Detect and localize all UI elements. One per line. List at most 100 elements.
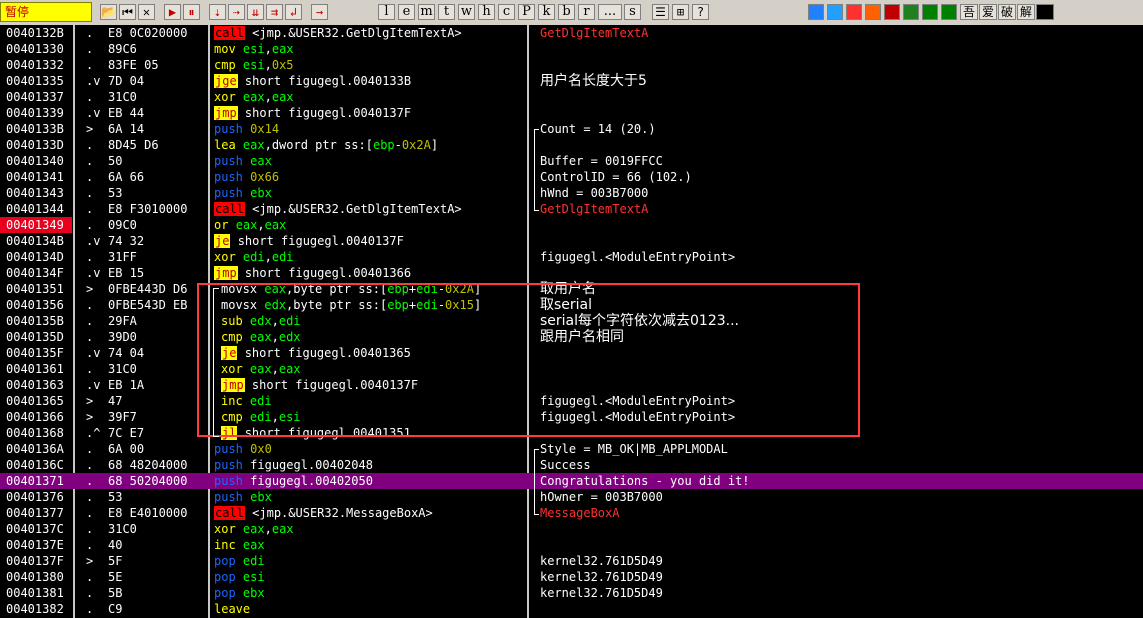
disassembly-pane[interactable]: 0040132B. E8 0C020000 call <jmp.&USER32.Ge… (0, 25, 1143, 618)
instruction: push 0x66 (214, 169, 279, 185)
plugin-button[interactable]: 爱 (979, 4, 997, 20)
jump-marker: . (86, 26, 94, 40)
address: 00401351 (6, 282, 64, 296)
disasm-row[interactable]: 0040134F .v EB 15 jmp short figugegl.004013… (0, 265, 1143, 281)
window-button-t[interactable]: t (438, 4, 455, 20)
hex-bytes: C9 (108, 602, 123, 616)
window-button-P[interactable]: P (518, 4, 535, 20)
disasm-row[interactable]: 0040136C. 68 48204000 push figugegl.004020… (0, 457, 1143, 473)
disasm-row[interactable]: 0040137E. 40 inc eax (0, 537, 1143, 553)
mnemonic: push (214, 170, 243, 184)
mnemonic: jmp (214, 266, 238, 280)
disasm-row[interactable]: 00401344. E8 F3010000 call <jmp.&USER32.Ge… (0, 201, 1143, 217)
jump-marker: .v (86, 266, 101, 280)
window-button-h[interactable]: h (478, 4, 495, 20)
window-button-e[interactable]: e (398, 4, 415, 20)
operands: eax (250, 154, 272, 168)
disasm-row[interactable]: 0040133B >6A 14 push 0x14 Count = 14 (20.) (0, 121, 1143, 137)
window-button-r[interactable]: r (578, 4, 595, 20)
font-icon[interactable] (846, 4, 862, 20)
trace-over-icon[interactable]: ⇉ (266, 4, 283, 20)
hex-bytes: 68 48204000 (108, 458, 188, 472)
disasm-row[interactable]: 00401377. E8 E4010000 call <jmp.&USER32.Me… (0, 505, 1143, 521)
mnemonic: jmp (214, 106, 238, 120)
disasm-row[interactable]: 00401380. 5E pop esi kernel32.761D5D49 (0, 569, 1143, 585)
window-button-c[interactable]: c (498, 4, 515, 20)
disasm-row[interactable]: 0040137F >5F pop edi kernel32.761D5D49 (0, 553, 1143, 569)
disasm-row[interactable]: 00401337. 31C0 xor eax,eax (0, 89, 1143, 105)
disasm-row[interactable]: 00401340. 50 push eax Buffer = 0019FFCC (0, 153, 1143, 169)
window-button-more[interactable]: ... (598, 4, 622, 20)
restart-icon[interactable]: ⏮ (119, 4, 136, 20)
instruction: xor eax,eax (214, 89, 294, 105)
window-button-s[interactable]: s (624, 4, 641, 20)
color-swatch[interactable] (1036, 4, 1054, 20)
disasm-row[interactable]: 0040136A. 6A 00 push 0x0 Style = MB_OK|MB_A… (0, 441, 1143, 457)
disasm-row[interactable]: 00401371. 68 50204000 push figugegl.004020… (0, 473, 1143, 489)
hex-bytes: 5B (108, 586, 123, 600)
plugin-button[interactable]: 解 (1017, 4, 1035, 20)
jump-marker: . (86, 202, 94, 216)
operands: <jmp.&USER32.MessageBoxA> (252, 506, 433, 520)
window-button-l[interactable]: l (378, 4, 395, 20)
hex-bytes: 09C0 (108, 218, 137, 232)
step-into-icon[interactable]: ⇣ (209, 4, 226, 20)
run-icon[interactable]: ▶ (164, 4, 181, 20)
close-icon[interactable]: ✕ (138, 4, 155, 20)
window-button-k[interactable]: k (538, 4, 555, 20)
refresh-icon[interactable] (808, 4, 824, 20)
disasm-row[interactable]: 00401339 .v EB 44 jmp short figugegl.004013… (0, 105, 1143, 121)
grid-icon[interactable]: ⊞ (672, 4, 689, 20)
grid-icon[interactable] (903, 4, 919, 20)
trace-into-icon[interactable]: ⇊ (247, 4, 264, 20)
comment: Count = 14 (20.) (540, 122, 656, 136)
instruction: je short figugegl.0040137F (214, 233, 404, 249)
window-button-b[interactable]: b (558, 4, 575, 20)
calc-icon[interactable] (922, 4, 938, 20)
refresh-icon[interactable] (827, 4, 843, 20)
open-icon[interactable]: 📂 (100, 4, 117, 20)
step-over-icon[interactable]: ⇢ (228, 4, 245, 20)
window-icon[interactable] (941, 4, 957, 20)
disasm-row[interactable]: 00401341. 6A 66 push 0x66 ControlID = 66 (1… (0, 169, 1143, 185)
comment: Congratulations - you did it! (540, 474, 750, 488)
plugin-button[interactable]: 吾 (960, 4, 978, 20)
address: 00401376 (6, 490, 64, 504)
address: 0040137E (6, 538, 64, 552)
disasm-row[interactable]: 0040137C. 31C0 xor eax,eax (0, 521, 1143, 537)
disasm-row[interactable]: 00401349. 09C0 or eax,eax (0, 217, 1143, 233)
disasm-row[interactable]: 00401376. 53 push ebx hOwner = 003B7000 (0, 489, 1143, 505)
disasm-row[interactable]: 0040132B. E8 0C020000 call <jmp.&USER32.Ge… (0, 25, 1143, 41)
operands: figugegl.00402050 (250, 474, 373, 488)
address: 00401365 (6, 394, 64, 408)
comment: hOwner = 003B7000 (540, 490, 663, 504)
target-icon[interactable] (884, 4, 900, 20)
disasm-row[interactable]: 00401343. 53 push ebx hWnd = 003B7000 (0, 185, 1143, 201)
disasm-row[interactable]: 0040133D. 8D45 D6 lea eax,dword ptr ss:[eb… (0, 137, 1143, 153)
mnemonic: pop (214, 554, 236, 568)
plugin-button[interactable]: 破 (998, 4, 1016, 20)
pause-icon[interactable]: ⏸ (183, 4, 200, 20)
disasm-row[interactable]: 00401382. C9 leave (0, 601, 1143, 617)
disasm-row[interactable]: 0040134B .v 74 32 je short figugegl.0040137… (0, 233, 1143, 249)
list-icon[interactable]: ☰ (652, 4, 669, 20)
disasm-row[interactable]: 0040134D. 31FF xor edi,edi figugegl.<Module… (0, 249, 1143, 265)
address: 00401340 (6, 154, 64, 168)
window-button-m[interactable]: m (418, 4, 435, 20)
mnemonic: mov (214, 42, 236, 56)
disasm-row[interactable]: 00401330. 89C6 mov esi,eax (0, 41, 1143, 57)
mnemonic: jge (214, 74, 238, 88)
address: 0040134B (6, 234, 64, 248)
hex-bytes: 8D45 D6 (108, 138, 159, 152)
operands: eax,dword ptr ss:[ebp-0x2A] (242, 138, 439, 152)
hex-bytes: 7C E7 (108, 426, 145, 440)
disasm-row[interactable]: 00401381. 5B pop ebx kernel32.761D5D49 (0, 585, 1143, 601)
window-button-w[interactable]: w (458, 4, 475, 20)
disasm-row[interactable]: 00401335 .v 7D 04 jge short figugegl.004013… (0, 73, 1143, 89)
record-icon[interactable] (865, 4, 881, 20)
help-icon[interactable]: ? (692, 4, 709, 20)
mnemonic: call (214, 202, 245, 216)
goto-icon[interactable]: → (311, 4, 328, 20)
execute-till-return-icon[interactable]: ↲ (285, 4, 302, 20)
disasm-row[interactable]: 00401332. 83FE 05 cmp esi,0x5 (0, 57, 1143, 73)
